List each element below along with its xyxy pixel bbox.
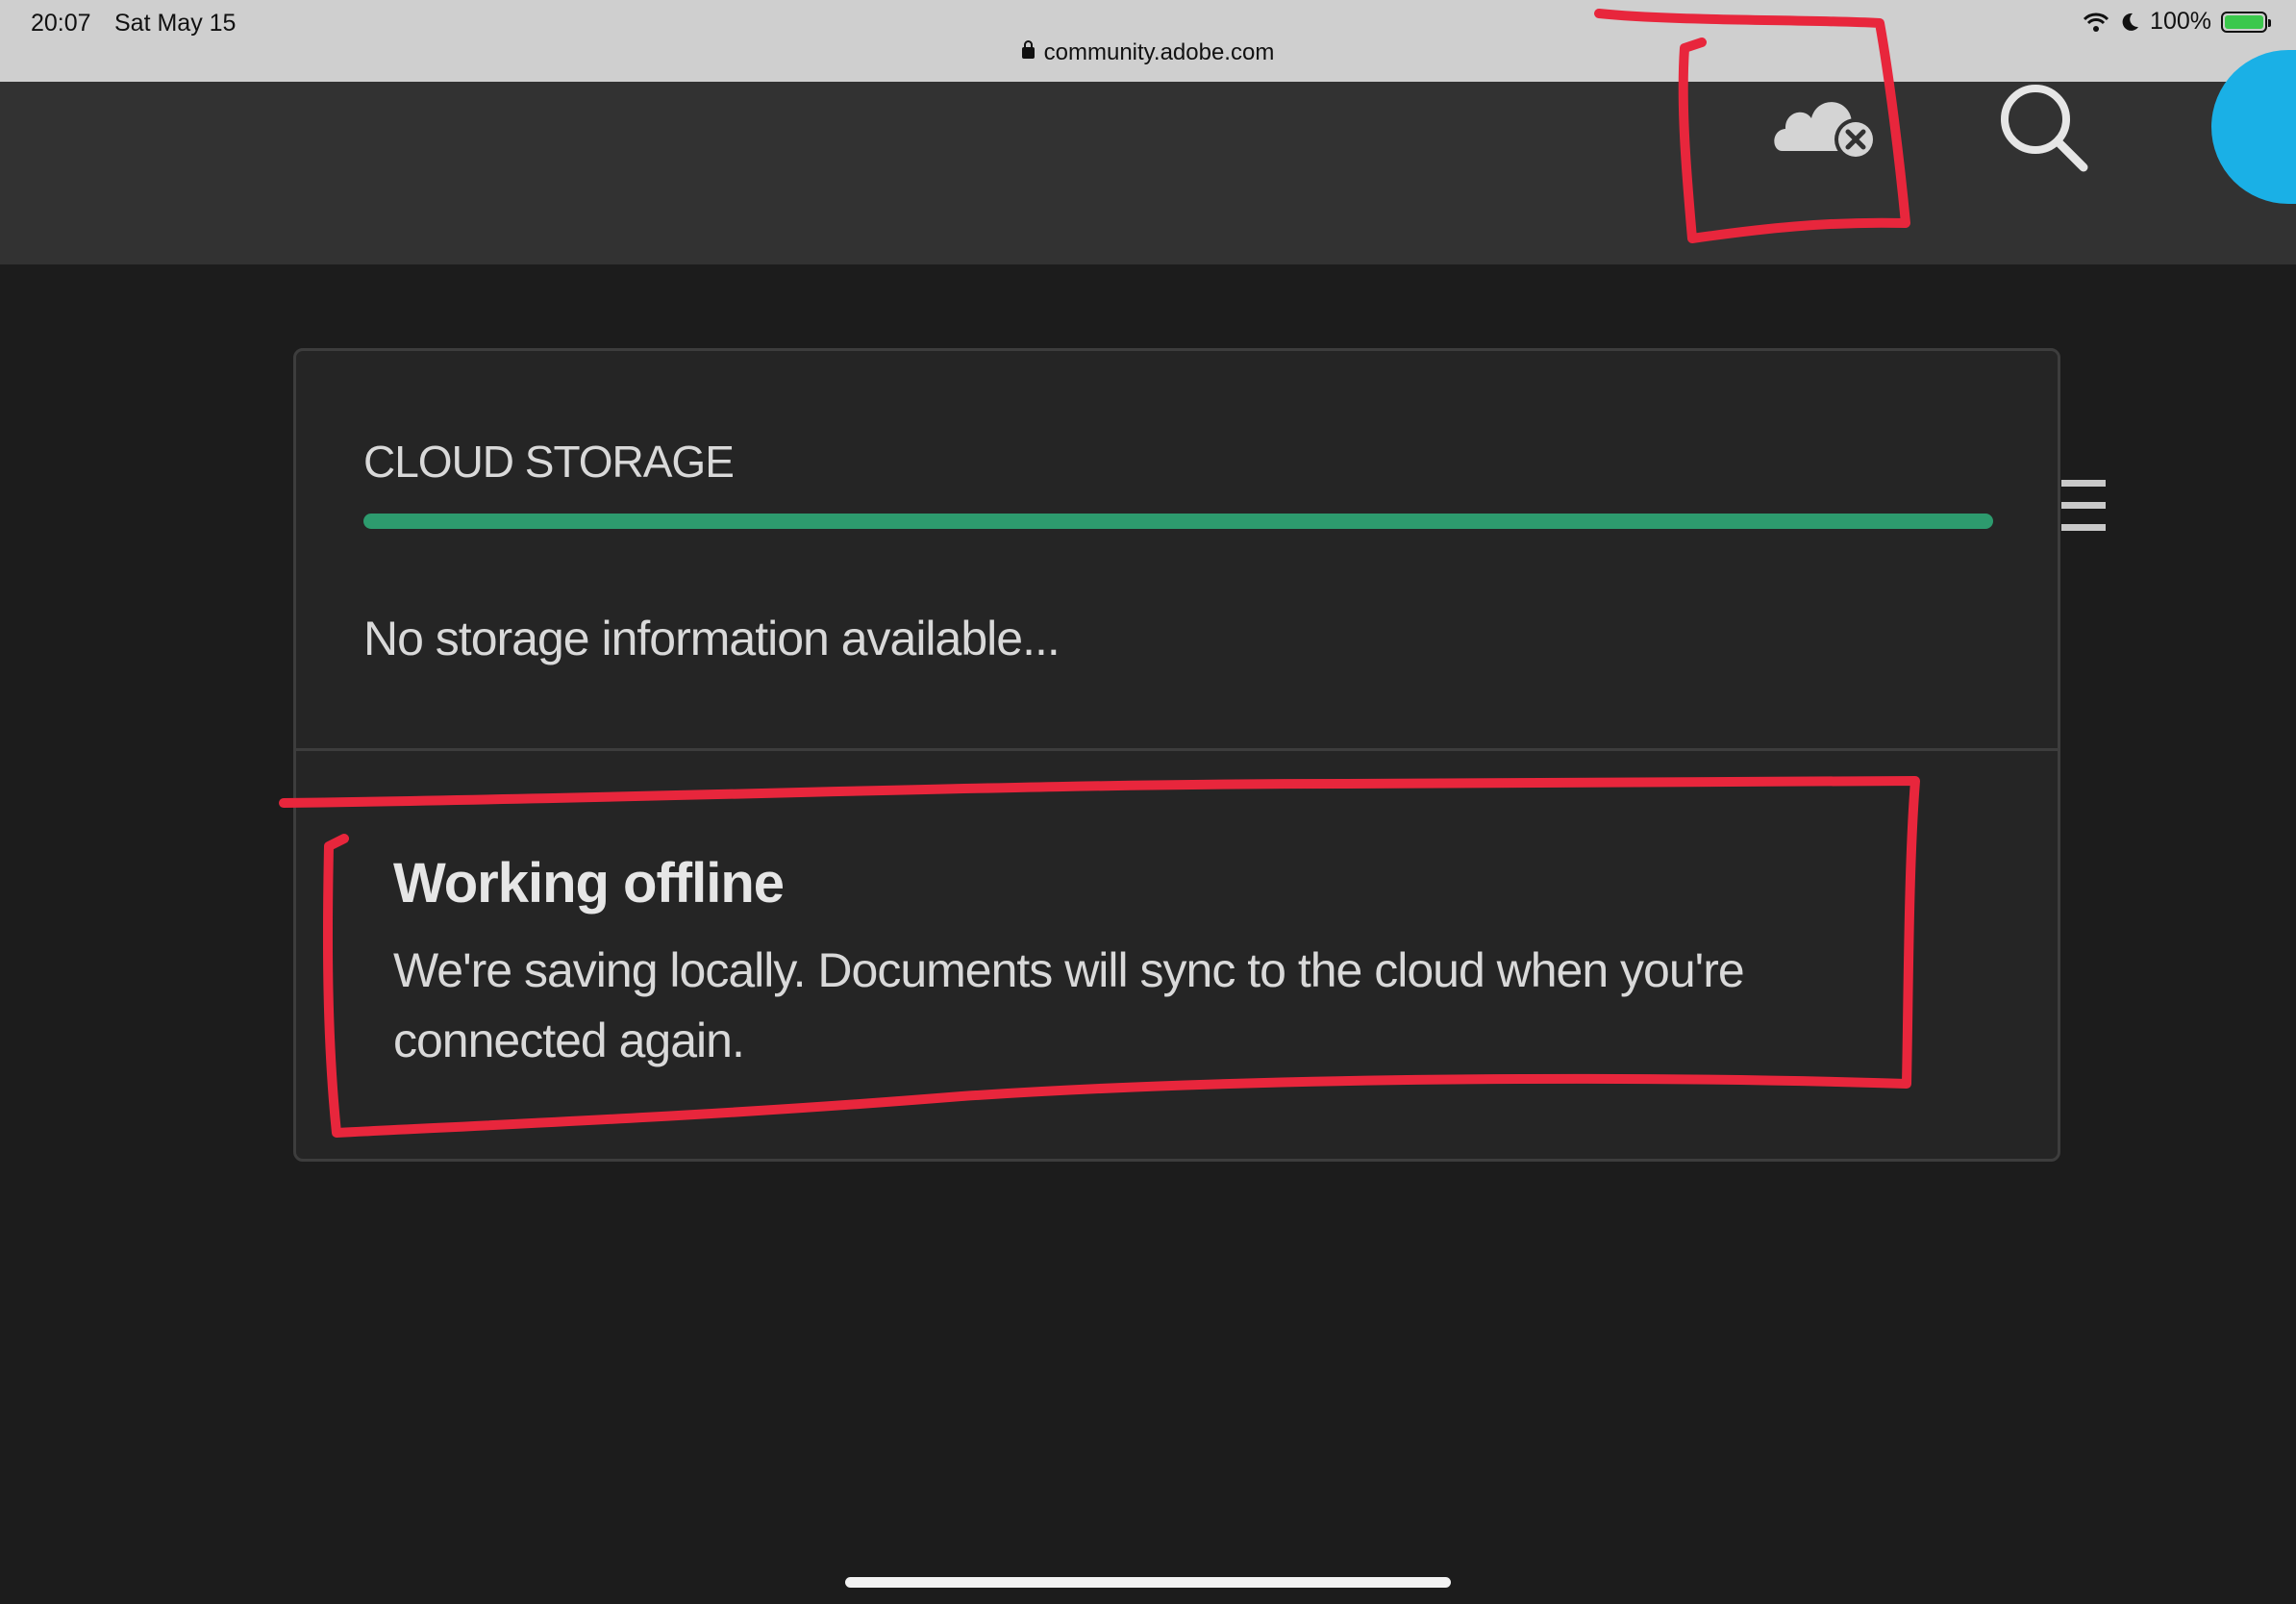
menu-icon[interactable] <box>2061 480 2106 546</box>
divider <box>296 748 2058 751</box>
home-indicator <box>845 1577 1451 1588</box>
lock-icon <box>1021 40 1035 59</box>
wifi-icon <box>2083 13 2109 32</box>
status-date: Sat May 15 <box>114 10 237 37</box>
moon-icon <box>2122 13 2139 31</box>
page: 20:07 Sat May 15 community.adobe.com 100… <box>0 0 2296 1604</box>
status-indicators: 100% <box>2083 8 2271 36</box>
url-text: community.adobe.com <box>1043 39 1275 65</box>
storage-progress-bar <box>363 514 1993 529</box>
app-header <box>0 82 2296 264</box>
panel-title: CLOUD STORAGE <box>363 437 735 487</box>
offline-message: We're saving locally. Documents will syn… <box>393 943 1745 1067</box>
status-bar: 20:07 Sat May 15 community.adobe.com 100… <box>0 0 2296 82</box>
offline-title: Working offline <box>393 852 785 915</box>
search-icon[interactable] <box>1995 79 2091 175</box>
battery-percent: 100% <box>2150 8 2211 35</box>
storage-info-text: No storage information available... <box>363 612 1061 665</box>
battery-icon <box>2221 11 2271 33</box>
cloud-storage-panel: CLOUD STORAGE No storage information ava… <box>293 348 2060 1162</box>
cloud-offline-icon[interactable] <box>1771 84 1882 165</box>
status-time: 20:07 <box>31 10 91 37</box>
address-bar[interactable]: community.adobe.com <box>0 39 2296 66</box>
